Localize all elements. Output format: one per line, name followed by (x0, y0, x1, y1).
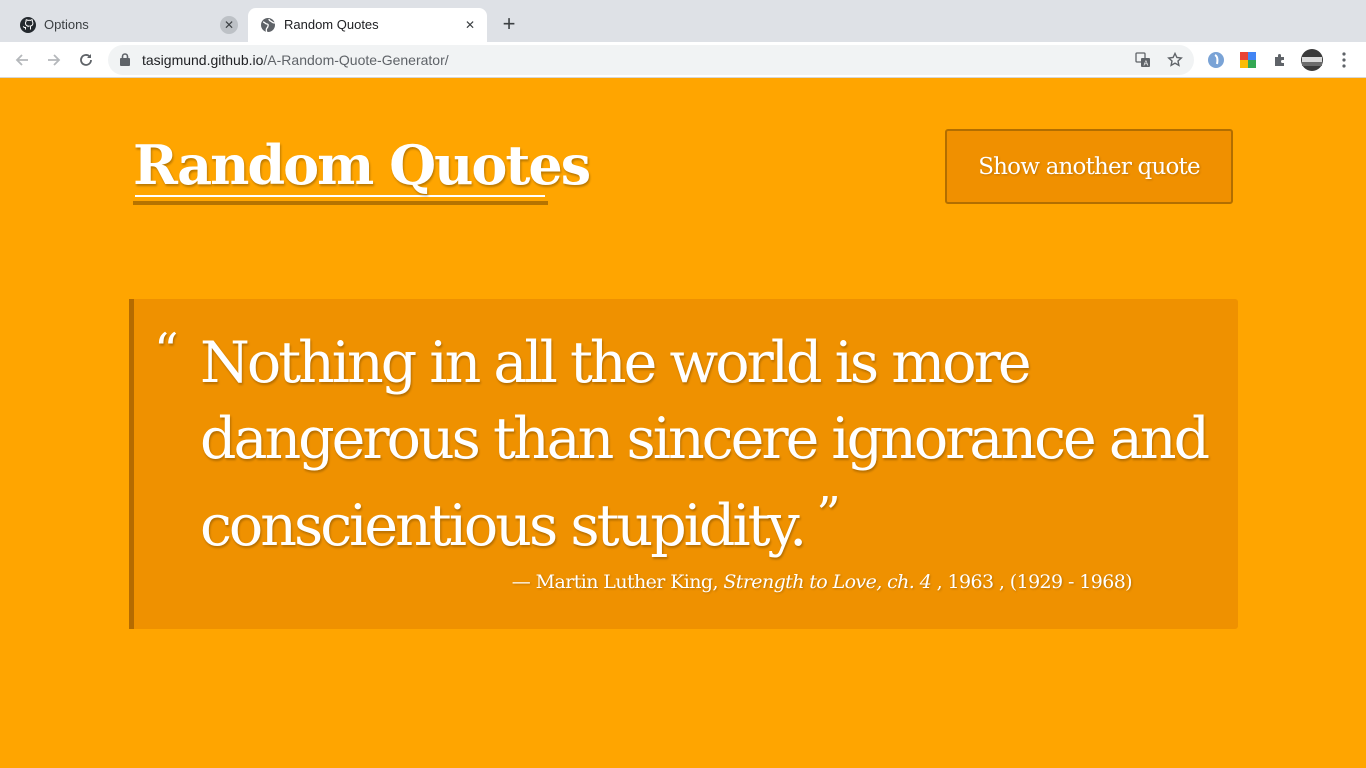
close-quote-mark: ” (816, 487, 841, 543)
tab-options[interactable]: Options ✕ (8, 8, 246, 42)
browser-toolbar: tasigmund.github.io/A-Random-Quote-Gener… (0, 42, 1366, 78)
globe-icon (260, 17, 276, 33)
tab-random-quotes[interactable]: Random Quotes ✕ (248, 8, 487, 42)
show-another-quote-button[interactable]: Show another quote (945, 129, 1233, 204)
svg-text:A: A (1144, 60, 1149, 68)
author-lifespan: (1929 - 1968) (1009, 571, 1133, 593)
quote-text-block: Nothing in all the world is more dangero… (200, 325, 1240, 564)
quote-box: “ Nothing in all the world is more dange… (129, 299, 1238, 629)
new-tab-button[interactable]: + (498, 13, 520, 35)
quote-source: Strength to Love, ch. 4 (723, 571, 932, 593)
menu-icon[interactable] (1334, 50, 1354, 70)
translate-icon[interactable]: A (1134, 51, 1152, 69)
quote-author: Martin Luther King, (535, 571, 719, 593)
url-text: tasigmund.github.io/A-Random-Quote-Gener… (142, 52, 449, 68)
profile-avatar[interactable] (1300, 48, 1324, 72)
title-underline (133, 201, 548, 205)
tab-title: Random Quotes (284, 17, 379, 32)
google-extension-icon[interactable] (1238, 50, 1258, 70)
url-host: tasigmund.github.io (142, 52, 264, 68)
address-bar[interactable]: tasigmund.github.io/A-Random-Quote-Gener… (108, 45, 1194, 75)
tab-title: Options (44, 17, 89, 32)
reload-icon[interactable] (74, 48, 98, 72)
back-icon[interactable] (10, 48, 34, 72)
attribution-dash: — (511, 571, 531, 593)
github-icon (20, 17, 36, 33)
close-icon[interactable]: ✕ (220, 16, 238, 34)
browser-tab-strip: Options ✕ Random Quotes ✕ + (0, 0, 1366, 42)
page-content: Random Quotes Show another quote “ Nothi… (0, 79, 1366, 768)
extension-icon[interactable] (1206, 50, 1226, 70)
forward-icon[interactable] (42, 48, 66, 72)
quote-year: , 1963 , (936, 571, 1005, 593)
quote-text: Nothing in all the world is more dangero… (200, 330, 1210, 559)
page-title[interactable]: Random Quotes (133, 133, 591, 197)
lock-icon (120, 53, 130, 71)
star-icon[interactable] (1166, 51, 1184, 69)
url-path: /A-Random-Quote-Generator/ (263, 52, 449, 68)
close-icon[interactable]: ✕ (461, 16, 479, 34)
extensions-puzzle-icon[interactable] (1270, 50, 1290, 70)
quote-attribution: — Martin Luther King, Strength to Love, … (511, 571, 1133, 593)
open-quote-mark: “ (154, 323, 179, 379)
